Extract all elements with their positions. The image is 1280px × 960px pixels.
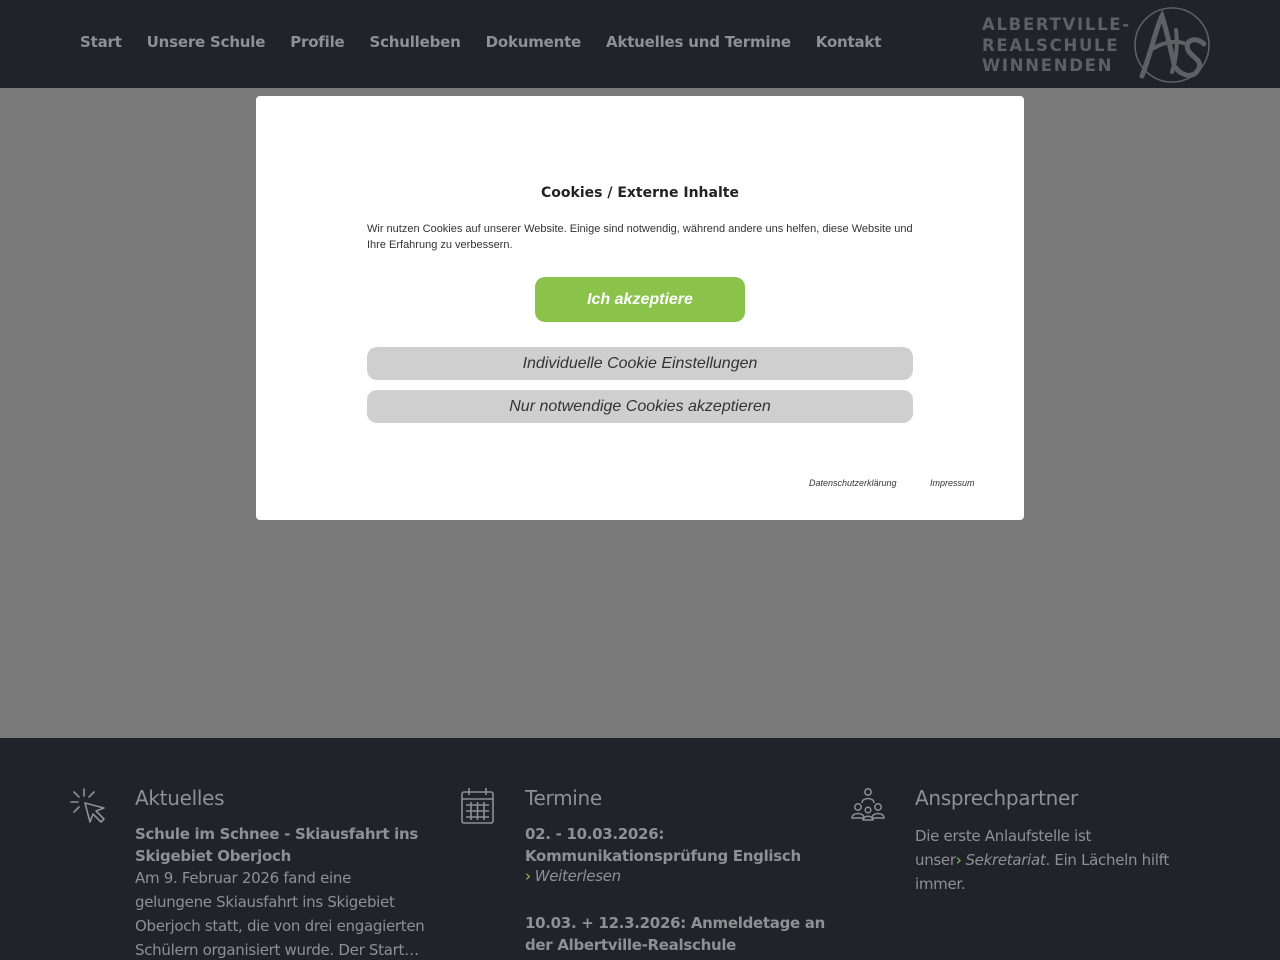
necessary-cookies-button[interactable]: Nur notwendige Cookies akzeptieren [367,390,913,423]
events-title: Termine [525,786,602,810]
main-nav: Start Unsere Schule Profile Schulleben D… [80,33,906,51]
cookie-dialog: Cookies / Externe Inhalte Wir nutzen Coo… [256,96,1024,520]
event-1-readmore-link[interactable]: › Weiterlesen [525,867,621,885]
individual-cookie-settings-button[interactable]: Individuelle Cookie Einstellungen [367,347,913,380]
site-footer: Aktuelles Schule im Schnee - Skiausfahrt… [0,738,1280,960]
cookie-dialog-text: Wir nutzen Cookies auf unserer Website. … [367,223,913,251]
logo-line-3: WINNENDEN [982,56,1114,75]
people-group-icon [851,788,885,821]
event-1-title[interactable]: 02. - 10.03.2026: Kommunikationsprüfung … [525,823,835,867]
chevron-right-icon: › [955,851,962,869]
news-title: Aktuelles [135,786,225,810]
nav-start[interactable]: Start [80,33,122,51]
logo-line-2: REALSCHULE [982,35,1120,55]
news-headline-link[interactable]: Schule im Schnee - Skiausfahrt ins Skige… [135,823,425,867]
event-2-title[interactable]: 10.03. + 12.3.2026: Anmeldetage an der A… [525,912,835,956]
cookie-dialog-title: Cookies / Externe Inhalte [541,185,739,201]
imprint-link[interactable]: Impressum [930,478,975,488]
calendar-icon [461,788,494,824]
accept-cookies-button[interactable]: Ich akzeptiere [535,277,745,322]
school-logo[interactable]: ALBERTVILLE- REALSCHULE WINNENDEN [982,6,1212,84]
logo-line-1: ALBERTVILLE- [982,15,1131,34]
nav-profile[interactable]: Profile [290,33,344,51]
logo-wordmark: ALBERTVILLE- REALSCHULE WINNENDEN [982,15,1131,77]
nav-dokumente[interactable]: Dokumente [486,33,582,51]
logo-mark-icon [1134,7,1210,83]
chevron-right-icon: › [525,867,531,885]
nav-aktuelles-termine[interactable]: Aktuelles und Termine [606,33,791,51]
secretariat-link[interactable]: Sekretariat [965,851,1045,869]
readmore-label: Weiterlesen [534,867,621,885]
nav-schulleben[interactable]: Schulleben [369,33,460,51]
privacy-policy-link[interactable]: Datenschutzerklärung [809,478,897,488]
nav-kontakt[interactable]: Kontakt [816,33,882,51]
contact-title: Ansprechpartner [915,786,1078,810]
news-teaser: Am 9. Februar 2026 fand eine gelungene S… [135,869,425,959]
site-header: Start Unsere Schule Profile Schulleben D… [0,0,1280,88]
contact-text: Die erste Anlaufstelle ist unser› Sekreta… [915,824,1215,896]
cursor-click-icon [70,788,105,823]
nav-unsere-schule[interactable]: Unsere Schule [147,33,266,51]
